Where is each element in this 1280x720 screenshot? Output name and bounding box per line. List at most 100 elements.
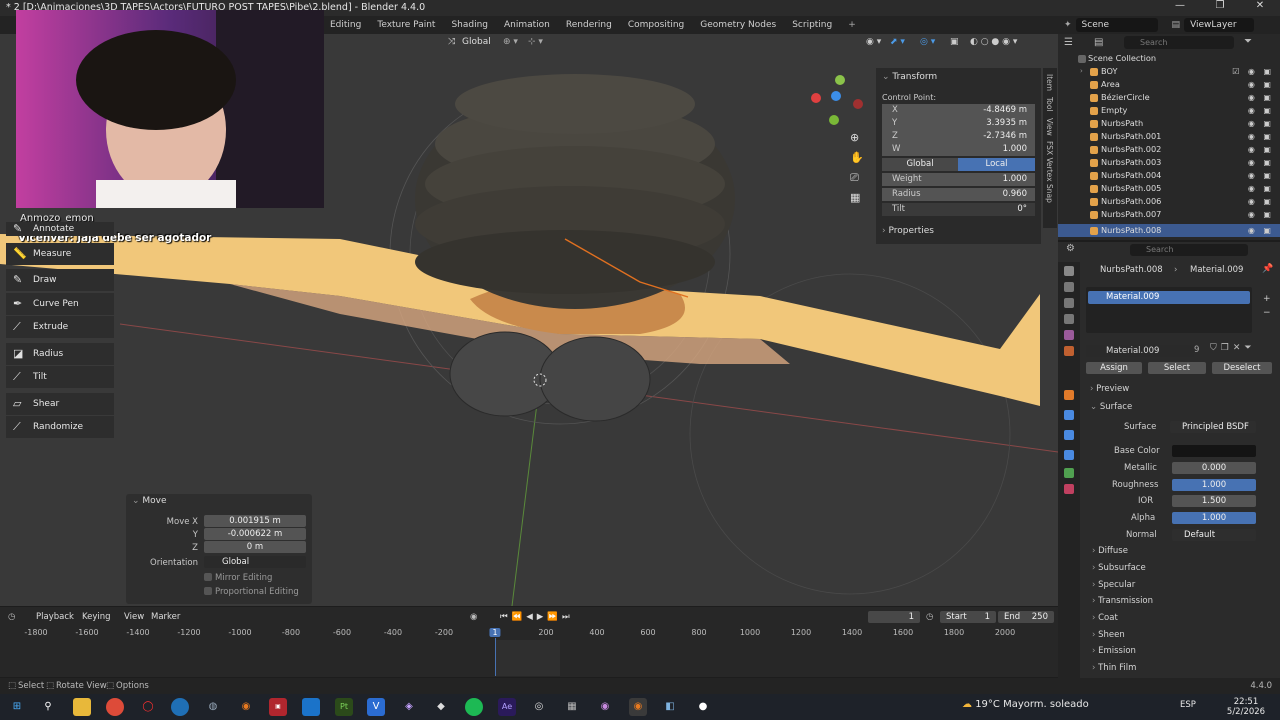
eye-icon[interactable]: ◉ ▣ <box>1248 182 1274 195</box>
filter-icon[interactable]: ⏷ <box>1244 343 1255 353</box>
gizmo-toggle-icon[interactable]: ⬈ ▾ <box>890 36 905 49</box>
pivot-icon[interactable]: ⊕ ▾ <box>503 36 518 49</box>
spotify-icon[interactable] <box>465 698 483 716</box>
steam-icon[interactable]: ◎ <box>530 698 548 716</box>
marker-menu[interactable]: Marker <box>151 612 180 622</box>
calculator-icon[interactable]: ▦ <box>563 698 581 716</box>
app-blue-icon[interactable] <box>302 698 320 716</box>
deselect-button[interactable]: Deselect <box>1212 362 1272 374</box>
app-light-icon[interactable]: ◧ <box>661 698 679 716</box>
shield-icon[interactable]: ⛉ <box>1210 343 1221 353</box>
weight-field[interactable]: Weight 1.000 <box>882 173 1035 186</box>
move-y-field[interactable]: -0.000622 m <box>204 528 306 540</box>
grid-icon[interactable]: ▦ <box>850 188 864 208</box>
playback-menu[interactable]: Playback <box>36 612 74 622</box>
lang-indicator[interactable]: ESP <box>1180 700 1196 710</box>
render-tab-icon[interactable] <box>1064 282 1074 292</box>
surface-section[interactable]: ⌄ Surface <box>1090 402 1132 412</box>
properties-header[interactable]: › Properties <box>882 226 934 236</box>
preview-section[interactable]: › Preview <box>1090 384 1129 394</box>
eye-icon[interactable]: ◉ ▣ <box>1248 78 1274 91</box>
start-frame-field[interactable]: Start 1 <box>940 611 996 623</box>
app-gray-icon[interactable]: ◆ <box>432 698 450 716</box>
local-toggle[interactable]: Local <box>958 158 1035 171</box>
outliner-row-selected[interactable]: NurbsPath.008 ◉ ▣ <box>1058 224 1280 237</box>
windows-start-icon[interactable]: ⊞ <box>8 698 26 716</box>
properties-editor-icon[interactable]: ⚙ <box>1066 243 1075 254</box>
play-icon[interactable]: ▶ <box>537 612 548 622</box>
global-toggle[interactable]: Global <box>882 158 958 171</box>
weather-widget[interactable]: ☁ 19°C Mayorm. soleado <box>962 699 1089 710</box>
roughness-field[interactable]: 1.000 <box>1172 479 1256 491</box>
view-menu[interactable]: View <box>124 612 144 622</box>
outliner-row[interactable]: NurbsPath.005 ◉ ▣ <box>1058 182 1280 195</box>
filter-icon[interactable]: ⏷ <box>1244 36 1252 47</box>
outliner-row[interactable]: Area ◉ ▣ <box>1058 78 1280 91</box>
next-key-icon[interactable]: ⏩ <box>547 612 562 622</box>
pt-icon[interactable]: Pt <box>335 698 353 716</box>
eye-icon[interactable]: ◉ ▣ <box>1248 117 1274 130</box>
eye-icon[interactable]: ◉ ▣ <box>1248 104 1274 117</box>
world-tab-icon[interactable] <box>1064 346 1074 356</box>
recorder-icon[interactable]: ▣ <box>269 698 287 716</box>
transmission-section[interactable]: › Transmission <box>1092 596 1153 606</box>
outliner-row[interactable]: NurbsPath.004 ◉ ▣ <box>1058 169 1280 182</box>
material-name-field[interactable]: Material.009 <box>1086 345 1194 357</box>
assign-button[interactable]: Assign <box>1086 362 1142 374</box>
remove-slot-icon[interactable]: − <box>1263 306 1271 320</box>
file-explorer-icon[interactable] <box>73 698 91 716</box>
scene-tab-icon[interactable] <box>1064 330 1074 340</box>
properties-search-input[interactable]: Search <box>1130 244 1248 256</box>
clock-time[interactable]: 22:51 <box>1226 697 1266 707</box>
eye-icon[interactable]: ◉ ▣ <box>1248 130 1274 143</box>
tab-item[interactable]: Item <box>1045 74 1054 91</box>
cp-z-field[interactable]: Z -2.7346 m <box>882 130 1035 143</box>
select-button[interactable]: Select <box>1148 362 1206 374</box>
edge-icon[interactable] <box>171 698 189 716</box>
tab-view[interactable]: View <box>1045 118 1054 136</box>
tool-measure[interactable]: 📏 Measure <box>6 243 114 265</box>
zoom-icon[interactable]: ⊕ <box>850 128 864 148</box>
tool-shear[interactable]: ▱ Shear <box>6 393 114 415</box>
display-mode-icon[interactable]: ▤ <box>1094 37 1103 48</box>
outliner-row[interactable]: Empty ◉ ▣ <box>1058 104 1280 117</box>
minimize-button[interactable]: — <box>1160 0 1200 16</box>
tab-geometry-nodes[interactable]: Geometry Nodes <box>692 16 784 34</box>
tool-annotate[interactable]: ✎ Annotate <box>6 222 114 236</box>
subsurface-section[interactable]: › Subsurface <box>1092 563 1146 573</box>
overlay-toggle-icon[interactable]: ◎ ▾ <box>920 36 935 49</box>
eye-icon[interactable]: ◉ ▣ <box>1248 91 1274 104</box>
cp-y-field[interactable]: Y 3.3935 m <box>882 117 1035 130</box>
outliner-row[interactable]: NurbsPath.006 ◉ ▣ <box>1058 195 1280 208</box>
play-reverse-icon[interactable]: ◀ <box>526 612 537 622</box>
eye-icon[interactable]: ◉ ▣ <box>1248 208 1274 221</box>
outliner-search-input[interactable]: Search <box>1124 36 1234 49</box>
cp-x-field[interactable]: X -4.8469 m <box>882 104 1035 117</box>
blender-taskbar-icon[interactable]: ◉ <box>237 698 255 716</box>
discord-icon[interactable]: ◉ <box>596 698 614 716</box>
material-slot-item[interactable]: Material.009 <box>1088 291 1250 304</box>
data-tab-icon[interactable] <box>1064 468 1074 478</box>
alpha-field[interactable]: 1.000 <box>1172 512 1256 524</box>
tilt-field[interactable]: Tilt 0° <box>882 203 1035 216</box>
record-icon[interactable]: ◉ <box>470 612 477 622</box>
tool-draw[interactable]: ✎ Draw <box>6 269 114 291</box>
tab-tool[interactable]: Tool <box>1045 97 1054 112</box>
physics-tab-icon[interactable] <box>1064 430 1074 440</box>
outliner-row[interactable]: NurbsPath.003 ◉ ▣ <box>1058 156 1280 169</box>
orientation-select[interactable]: Global <box>204 556 306 568</box>
app-icon[interactable]: ◍ <box>204 698 222 716</box>
camera-icon[interactable]: ⎚ <box>850 168 864 188</box>
move-panel-title[interactable]: ⌄ Move <box>132 496 167 506</box>
outliner-row[interactable]: NurbsPath.001 ◉ ▣ <box>1058 130 1280 143</box>
v-app-icon[interactable]: V <box>367 698 385 716</box>
maximize-button[interactable]: ❐ <box>1200 0 1240 16</box>
blender-active-icon[interactable]: ◉ <box>629 698 647 716</box>
radius-field[interactable]: Radius 0.960 <box>882 188 1035 201</box>
modifier-tab-icon[interactable] <box>1064 410 1074 420</box>
cp-w-field[interactable]: W 1.000 <box>882 143 1035 156</box>
playhead-frame[interactable]: 1 <box>489 628 501 637</box>
metallic-field[interactable]: 0.000 <box>1172 462 1256 474</box>
eye-icon[interactable]: ◉ ▣ <box>1248 169 1274 182</box>
pan-hand-icon[interactable]: ✋ <box>850 148 864 168</box>
